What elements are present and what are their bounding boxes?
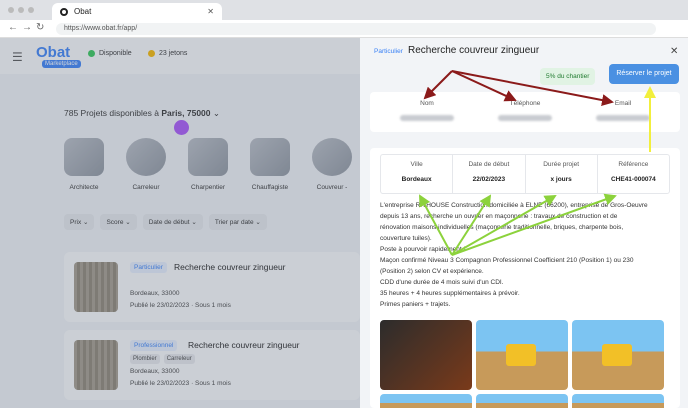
gallery-photo[interactable] [476, 320, 568, 390]
excavator-icon [602, 344, 632, 366]
project-description: L'entreprise RH'HOUSE Construction domic… [380, 202, 648, 308]
blurred-value [400, 115, 454, 121]
contact-box: Nom Téléphone Email [370, 92, 680, 132]
gallery-photo[interactable] [572, 320, 664, 390]
project-detail-panel: Particulier Recherche couvreur zingueur … [360, 38, 688, 408]
close-tab-icon[interactable]: ✕ [207, 7, 214, 16]
reserve-project-button[interactable]: Réserver le projet [609, 64, 679, 84]
gallery-photo[interactable] [572, 394, 664, 408]
browser-toolbar: ← → ↻ https://www.obat.fr/app/ [0, 20, 688, 38]
reload-icon[interactable]: ↻ [36, 22, 44, 33]
modal-backdrop[interactable] [0, 38, 360, 408]
tab-title: Obat [74, 7, 92, 16]
blurred-value [596, 115, 650, 121]
window-controls[interactable] [8, 7, 34, 13]
back-icon[interactable]: ← [8, 22, 18, 33]
close-icon[interactable]: ✕ [670, 46, 678, 57]
prop-date-debut: Date de début 22/02/2023 [453, 155, 526, 193]
favicon-icon [60, 7, 68, 16]
project-info: Ville Bordeaux Date de début 22/02/2023 Du… [370, 148, 680, 408]
prop-reference: Référence CHE41-000074 [610, 161, 656, 183]
contact-name: Nom [382, 100, 472, 121]
excavator-icon [506, 344, 536, 366]
forward-icon[interactable]: → [22, 22, 32, 33]
blurred-value [498, 115, 552, 121]
project-properties: Ville Bordeaux Date de début 22/02/2023 Du… [380, 154, 670, 194]
contact-phone: Téléphone [480, 100, 570, 121]
commission-badge: 5% du chantier [540, 68, 596, 85]
prop-duree: Durée projet x jours [526, 155, 598, 193]
prop-ville: Ville Bordeaux [381, 155, 454, 193]
client-type-badge: Particulier [374, 48, 403, 55]
gallery-photo[interactable] [380, 394, 472, 408]
photo-gallery [380, 320, 664, 390]
gallery-photo[interactable] [476, 394, 568, 408]
contact-email: Email [578, 100, 668, 121]
photo-gallery-row-2 [380, 394, 664, 408]
panel-title: Recherche couvreur zingueur [408, 45, 540, 56]
browser-tabbar: Obat ✕ [0, 0, 688, 20]
url-bar[interactable]: https://www.obat.fr/app/ [56, 23, 656, 35]
browser-tab[interactable]: Obat ✕ [52, 3, 222, 20]
gallery-photo[interactable] [380, 320, 472, 390]
